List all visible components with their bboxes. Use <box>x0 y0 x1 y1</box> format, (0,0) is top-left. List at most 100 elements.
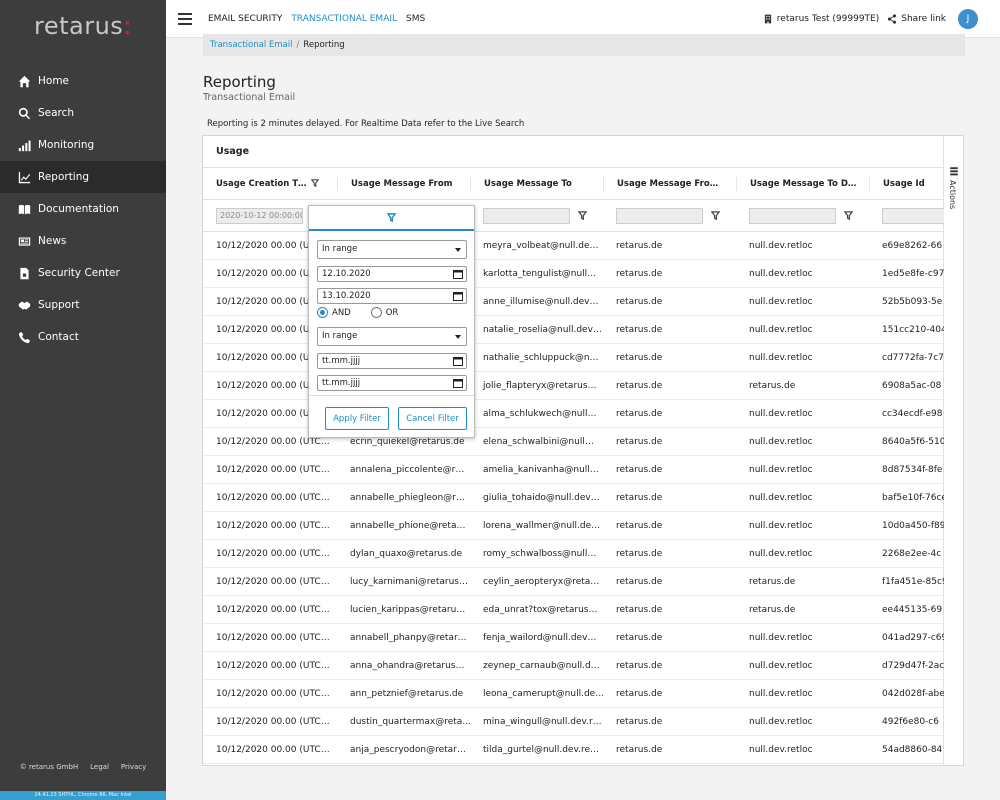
actions-sidebar[interactable]: Actions <box>943 136 963 765</box>
cell-message-to: tilda_gurtel@null.dev.re… <box>483 744 599 755</box>
breadcrumb-transactional-email[interactable]: Transactional Email <box>210 40 292 50</box>
and-radio[interactable] <box>317 307 328 318</box>
filter-icon[interactable] <box>844 211 853 220</box>
join-operator: AND OR <box>317 307 398 318</box>
cell-from-domain: retarus.de <box>616 660 663 671</box>
or-label: OR <box>385 307 399 318</box>
cell-creation-time: 10/12/2020 00.00 (UTC… <box>216 576 330 587</box>
table-row[interactable]: 10/12/2020 00.00 (UTC… lucy_karnimani@ret… <box>203 568 944 596</box>
sidebar-item-monitoring[interactable]: Monitoring <box>0 129 166 161</box>
table-row[interactable]: 10/12/2020 00.00 (UTC… anja_pescryodon@re… <box>203 736 944 764</box>
cell-message-to: natalie_roselia@null.dev… <box>483 324 602 335</box>
sidebar-item-home[interactable]: Home <box>0 65 166 97</box>
sidebar-item-reporting[interactable]: Reporting <box>0 161 166 193</box>
date-from-input[interactable]: 12.10.2020 <box>317 266 467 282</box>
column-header-message-from[interactable]: Usage Message From <box>337 176 470 191</box>
calendar-icon[interactable] <box>453 356 463 366</box>
filter-tab[interactable] <box>309 206 474 231</box>
column-header-creation-time[interactable]: Usage Creation T… <box>203 177 337 191</box>
date-to-input[interactable]: 13.10.2020 <box>317 288 467 304</box>
filter-icon[interactable] <box>578 211 587 220</box>
filter-icon[interactable] <box>310 179 319 187</box>
column-header-message-from-domain[interactable]: Usage Message Fro… <box>603 176 736 191</box>
apply-filter-button[interactable]: Apply Filter <box>325 407 389 430</box>
table-row[interactable]: 10/12/2020 00.00 (UTC… anna_ohandra@retar… <box>203 652 944 680</box>
filter-cell-to-domain <box>736 207 869 224</box>
cell-to-domain: null.dev.retloc <box>749 268 813 279</box>
sidebar-item-search[interactable]: Search <box>0 97 166 129</box>
cell-to-domain: retarus.de <box>749 604 796 615</box>
cancel-filter-button[interactable]: Cancel Filter <box>398 407 467 430</box>
table-row[interactable]: 10/12/2020 00.00 (UTC… annalena_piccolent… <box>203 456 944 484</box>
usage-id-filter-input[interactable] <box>882 207 944 224</box>
cell-message-to: elena_schwalbini@null… <box>483 436 594 447</box>
cell-to-domain: null.dev.retloc <box>749 744 813 755</box>
account-switcher[interactable]: retarus Test (99999TE) <box>763 14 879 24</box>
table-row[interactable]: 10/12/2020 00.00 (UTC… dylan_quaxo@retaru… <box>203 540 944 568</box>
version-bar: 24.41.23 SHTHL, Chrome 86, Mac Intel <box>0 791 166 800</box>
cell-creation-time: 10/12/2020 00.00 (UTC… <box>216 716 330 727</box>
creation-time-filter-input[interactable]: 2020-10-12 00:00:00 <box>216 207 303 224</box>
filter-icon[interactable] <box>711 211 720 220</box>
cell-from-domain: retarus.de <box>616 296 663 307</box>
calendar-icon[interactable] <box>453 378 463 388</box>
sidebar-item-documentation[interactable]: Documentation <box>0 193 166 225</box>
table-row[interactable]: 10/12/2020 00.00 (UTC… annabelle_phione@r… <box>203 512 944 540</box>
privacy-link[interactable]: Privacy <box>121 763 146 771</box>
tab-transactional-email[interactable]: TRANSACTIONAL EMAIL <box>291 14 397 24</box>
sidebar-item-news[interactable]: News <box>0 225 166 257</box>
condition2-select[interactable]: In range <box>317 327 467 346</box>
to-domain-filter-input[interactable] <box>749 207 836 224</box>
share-link-button[interactable]: Share link <box>887 14 946 24</box>
cell-message-to: alma_schlukwech@null… <box>483 408 597 419</box>
avatar[interactable]: J <box>958 9 978 29</box>
sidebar-item-label: Security Center <box>38 267 120 279</box>
legal-link[interactable]: Legal <box>90 763 109 771</box>
retarus-logo[interactable]: retarus: <box>34 12 132 40</box>
condition1-select[interactable]: In range <box>317 240 467 259</box>
cell-usage-id: 6908a5ac-08 <box>882 380 942 391</box>
home-icon <box>17 74 31 88</box>
cell-message-from: lucien_karippas@retaru… <box>350 604 466 615</box>
calendar-icon[interactable] <box>453 269 463 279</box>
cell-creation-time: 10/12/2020 00.00 (UTC… <box>216 520 330 531</box>
sidebar-item-support[interactable]: Support <box>0 289 166 321</box>
copyright-text: © retarus GmbH <box>19 763 79 771</box>
calendar-icon[interactable] <box>453 291 463 301</box>
cell-message-from: annalena_piccolente@r… <box>350 464 465 475</box>
and-label: AND <box>332 307 351 318</box>
sidebar-item-label: Documentation <box>38 203 119 215</box>
breadcrumb-separator: / <box>296 40 300 50</box>
tab-sms[interactable]: SMS <box>406 14 425 24</box>
column-header-usage-id[interactable]: Usage Id <box>869 176 944 191</box>
date-to-value: 13.10.2020 <box>322 291 371 301</box>
table-row[interactable]: 10/12/2020 00.00 (UTC… dustin_quartermax@… <box>203 708 944 736</box>
table-row[interactable]: 10/12/2020 00.00 (UTC… lucien_karippas@re… <box>203 596 944 624</box>
column-header-message-to[interactable]: Usage Message To <box>470 176 603 191</box>
from-domain-filter-input[interactable] <box>616 207 703 224</box>
popup-divider <box>309 395 474 396</box>
tab-email-security[interactable]: EMAIL SECURITY <box>208 14 282 24</box>
sidebar-item-contact[interactable]: Contact <box>0 321 166 353</box>
cell-creation-time: 10/12/2020 00.00 (UTC… <box>216 632 330 643</box>
cell-usage-id: 2268e2ee-4c <box>882 548 942 559</box>
cell-to-domain: null.dev.retloc <box>749 492 813 503</box>
date2-to-input[interactable]: tt.mm.jjjj <box>317 375 467 391</box>
table-row[interactable]: 10/12/2020 00.00 (UTC… annabell_phanpy@re… <box>203 624 944 652</box>
column-header-message-to-domain[interactable]: Usage Message To D… <box>736 176 869 191</box>
date2-from-input[interactable]: tt.mm.jjjj <box>317 353 467 369</box>
page-subtitle: Transactional Email <box>203 92 296 103</box>
cell-from-domain: retarus.de <box>616 688 663 699</box>
cell-message-from: lucy_karnimani@retarus… <box>350 576 468 587</box>
sidebar-footer: © retarus GmbH Legal Privacy <box>0 763 166 771</box>
message-to-filter-input[interactable] <box>483 207 570 224</box>
sidebar-item-security-center[interactable]: Security Center <box>0 257 166 289</box>
cell-from-domain: retarus.de <box>616 744 663 755</box>
cell-usage-id: 041ad297-c69 <box>882 632 944 643</box>
hamburger-menu-icon[interactable] <box>178 12 192 25</box>
table-row[interactable]: 10/12/2020 00.00 (UTC… annabelle_phiegleo… <box>203 484 944 512</box>
table-row[interactable]: 10/12/2020 00.00 (UTC… ann_petznief@retar… <box>203 680 944 708</box>
or-radio[interactable] <box>370 307 382 318</box>
cell-message-to: giulia_tohaido@null.dev… <box>483 492 600 503</box>
cell-usage-id: baf5e10f-76ce <box>882 492 944 503</box>
